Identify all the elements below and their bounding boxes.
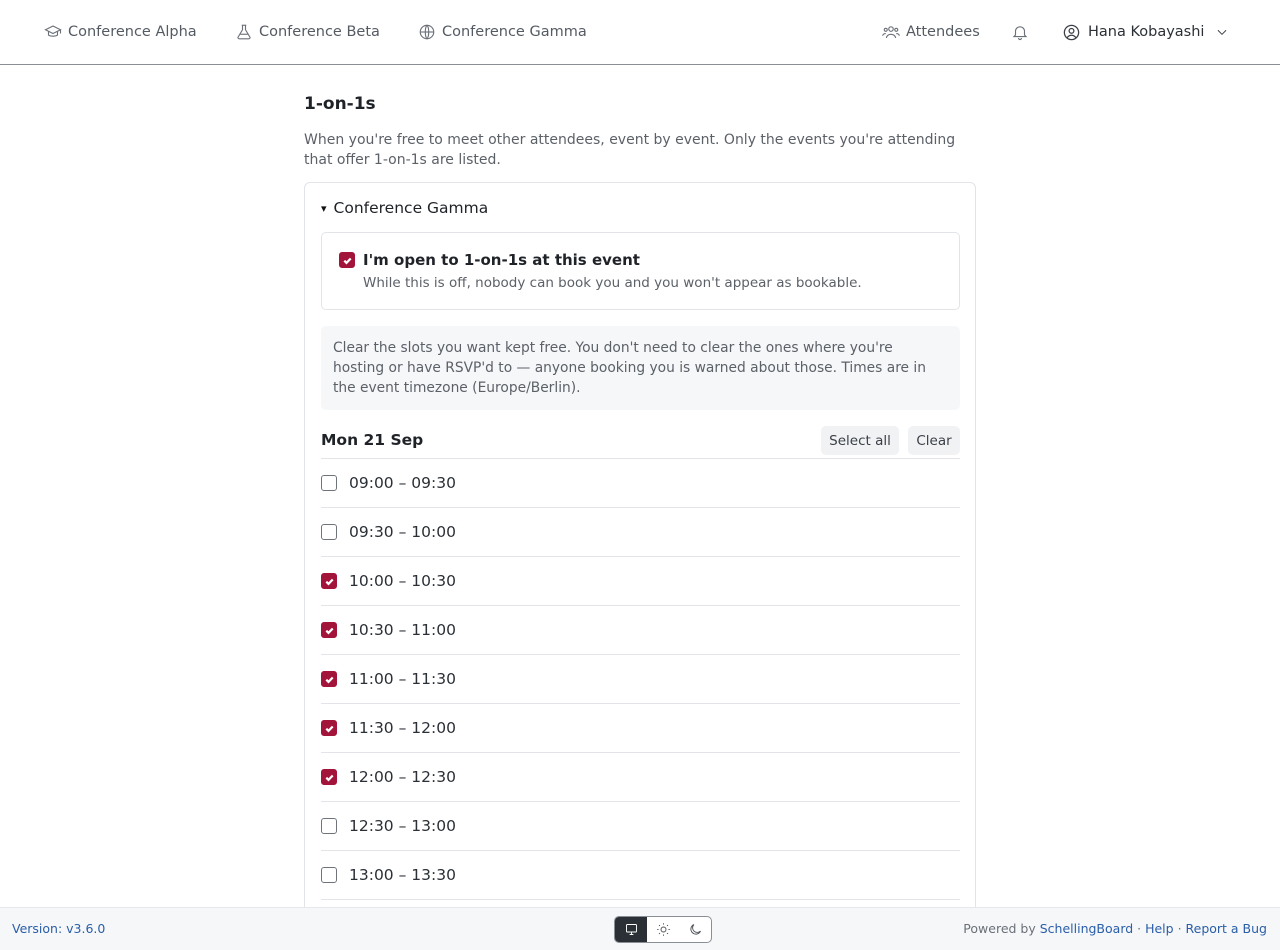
time-slot-label: 11:30 – 12:00 (349, 719, 456, 737)
nav-conference-gamma[interactable]: Conference Gamma (418, 22, 587, 42)
time-slot-row[interactable]: 10:30 – 11:00 (321, 606, 960, 655)
nav-label: Conference Alpha (68, 24, 197, 40)
open-to-meetings-option: I'm open to 1-on-1s at this event While … (321, 232, 960, 310)
theme-dark-button[interactable] (679, 917, 711, 942)
powered-prefix: Powered by (963, 921, 1040, 936)
help-link[interactable]: Help (1145, 921, 1174, 936)
event-collapse-toggle[interactable]: ▾ Conference Gamma (321, 199, 488, 217)
select-all-button[interactable]: Select all (821, 426, 899, 455)
top-navigation-bar: Conference Alpha Conference Beta Confere… (0, 0, 1280, 65)
checkmark-icon (325, 578, 334, 585)
time-slot-label: 10:30 – 11:00 (349, 621, 456, 639)
day-title: Mon 21 Sep (321, 431, 424, 449)
time-slot-row[interactable]: 09:00 – 09:30 (321, 459, 960, 508)
report-bug-link[interactable]: Report a Bug (1186, 921, 1267, 936)
time-slot-label: 09:30 – 10:00 (349, 523, 456, 541)
theme-light-button[interactable] (647, 917, 679, 942)
powered-by: Powered by SchellingBoard · Help · Repor… (963, 921, 1267, 936)
open-to-meetings-label[interactable]: I'm open to 1-on-1s at this event (363, 251, 640, 269)
time-slot-row[interactable]: 09:30 – 10:00 (321, 508, 960, 557)
time-slot-checkbox[interactable] (321, 818, 337, 834)
page-description: When you're free to meet other attendees… (304, 132, 956, 168)
time-slot-row[interactable]: 13:00 – 13:30 (321, 851, 960, 900)
flask-icon (237, 24, 251, 40)
clear-button[interactable]: Clear (908, 426, 960, 455)
chevron-down-icon (1218, 29, 1227, 35)
time-slot-checkbox[interactable] (321, 573, 337, 589)
time-slot-checkbox[interactable] (321, 769, 337, 785)
nav-label: Conference Gamma (442, 24, 587, 40)
checkmark-icon (325, 676, 334, 683)
checkmark-icon (343, 257, 352, 264)
bell-icon (1012, 26, 1028, 40)
time-slot-checkbox[interactable] (321, 475, 337, 491)
time-slot-label: 11:00 – 11:30 (349, 670, 456, 688)
time-slot-label: 13:00 – 13:30 (349, 866, 456, 884)
separator: · (1133, 921, 1146, 936)
time-slot-list: 09:00 – 09:30 09:30 – 10:00 10:00 – 10:30 1… (321, 459, 960, 900)
page-title: 1-on-1s (304, 94, 376, 114)
open-to-meetings-help: While this is off, nobody can book you a… (363, 275, 862, 291)
nav-label: Attendees (906, 24, 980, 40)
time-slot-checkbox[interactable] (321, 720, 337, 736)
users-icon (882, 26, 900, 39)
nav-label: Conference Beta (259, 24, 380, 40)
time-slot-label: 12:30 – 13:00 (349, 817, 456, 835)
time-slot-row[interactable]: 10:00 – 10:30 (321, 557, 960, 606)
time-slot-row[interactable]: 11:00 – 11:30 (321, 655, 960, 704)
event-name: Conference Gamma (333, 199, 489, 217)
checkmark-icon (325, 627, 334, 634)
time-slot-label: 12:00 – 12:30 (349, 768, 456, 786)
moon-icon (689, 924, 701, 935)
notifications-button[interactable] (1011, 23, 1029, 41)
user-circle-icon (1063, 24, 1080, 40)
theme-system-button[interactable] (615, 917, 647, 942)
time-slot-row[interactable]: 11:30 – 12:00 (321, 704, 960, 753)
sun-icon (656, 923, 670, 936)
open-to-meetings-checkbox[interactable] (339, 252, 355, 268)
theme-switcher (614, 916, 712, 943)
day-header: Mon 21 Sep Select all Clear (321, 426, 960, 459)
schellingboard-link[interactable]: SchellingBoard (1040, 921, 1133, 936)
time-slot-checkbox[interactable] (321, 622, 337, 638)
user-name: Hana Kobayashi (1088, 24, 1205, 40)
graduation-cap-icon (44, 25, 62, 37)
globe-icon (419, 24, 435, 40)
monitor-icon (625, 924, 637, 935)
time-slot-label: 09:00 – 09:30 (349, 474, 456, 492)
user-menu-button[interactable]: Hana Kobayashi (1062, 21, 1229, 43)
time-slot-checkbox[interactable] (321, 867, 337, 883)
checkmark-icon (325, 774, 334, 781)
nav-conference-alpha[interactable]: Conference Alpha (44, 22, 197, 42)
time-slot-checkbox[interactable] (321, 671, 337, 687)
footer: Version: v3.6.0 Powered by SchellingBoar… (0, 907, 1280, 950)
version-link[interactable]: Version: v3.6.0 (12, 921, 105, 936)
time-slot-row[interactable]: 12:30 – 13:00 (321, 802, 960, 851)
nav-conference-beta[interactable]: Conference Beta (235, 22, 380, 42)
separator: · (1173, 921, 1186, 936)
slots-info-note: Clear the slots you want kept free. You … (321, 326, 960, 410)
time-slot-row[interactable]: 12:00 – 12:30 (321, 753, 960, 802)
time-slot-label: 10:00 – 10:30 (349, 572, 456, 590)
time-slot-checkbox[interactable] (321, 524, 337, 540)
event-card: ▾ Conference Gamma I'm open to 1-on-1s a… (304, 182, 976, 942)
collapse-triangle-icon: ▾ (321, 201, 327, 215)
checkmark-icon (325, 725, 334, 732)
nav-attendees[interactable]: Attendees (882, 22, 980, 42)
